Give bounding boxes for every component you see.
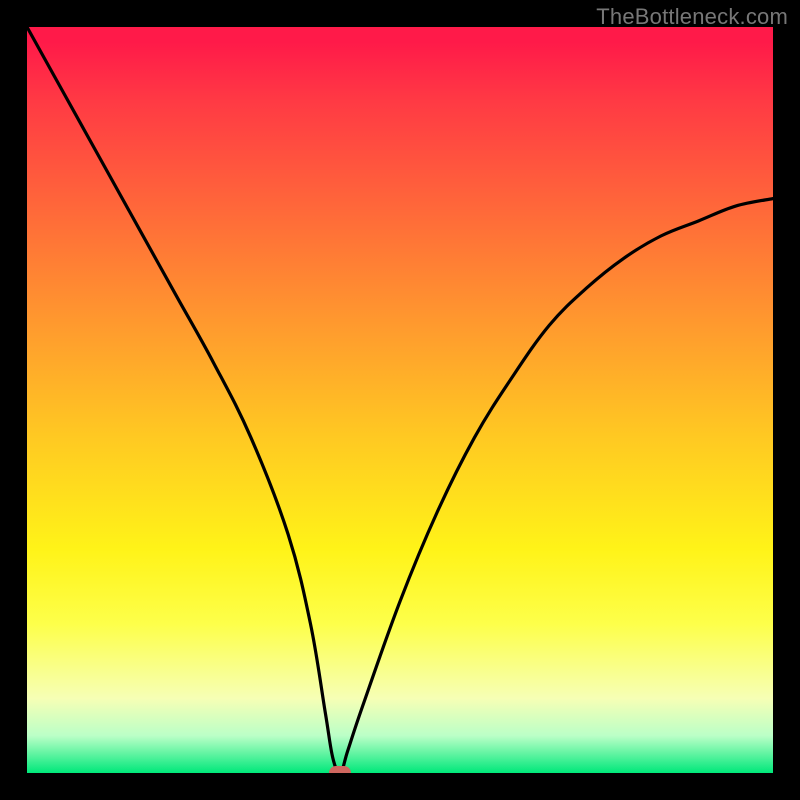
optimum-marker bbox=[329, 766, 351, 773]
chart-frame: TheBottleneck.com bbox=[0, 0, 800, 800]
plot-area bbox=[27, 27, 773, 773]
bottleneck-curve bbox=[27, 27, 773, 773]
watermark-text: TheBottleneck.com bbox=[596, 4, 788, 30]
